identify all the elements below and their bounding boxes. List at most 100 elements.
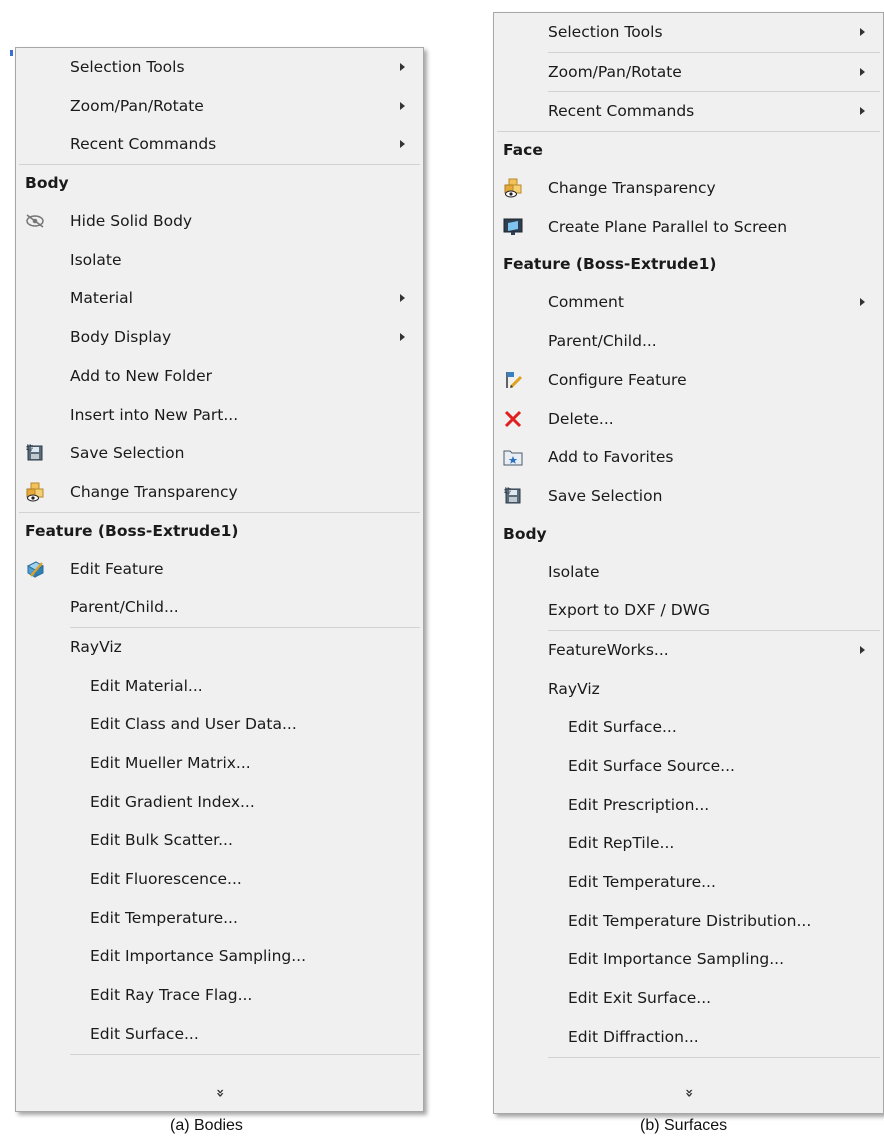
menu-item-material[interactable]: Material [16,279,423,318]
menu-item-isolate[interactable]: Isolate [494,553,883,592]
menu-item-label: Delete... [548,409,614,428]
menu-item-parent-child[interactable]: Parent/Child... [494,322,883,361]
submenu-arrow-icon [400,333,405,342]
section-header-body: Body [25,174,69,193]
menu-item-rayviz[interactable]: RayViz [494,670,883,709]
menu-item-label: Edit Gradient Index... [90,792,255,811]
menu-item-label: Edit Bulk Scatter... [90,831,233,850]
menu-item-insert-into-new-part[interactable]: Insert into New Part... [16,396,423,435]
menu-item-label: Recent Commands [70,135,217,154]
menu-item-edit-class-user-data[interactable]: Edit Class and User Data... [16,705,423,744]
menu-item-featureworks[interactable]: FeatureWorks... [494,631,883,670]
menu-item-label: Add to Favorites [548,448,674,467]
menu-item-body-display[interactable]: Body Display [16,318,423,357]
menu-item-rayviz[interactable]: RayViz [16,628,423,667]
menu-item-edit-surface-source[interactable]: Edit Surface Source... [494,747,883,786]
favorites-folder-icon [503,447,523,467]
menu-item-edit-temperature-distribution[interactable]: Edit Temperature Distribution... [494,902,883,941]
menu-item-isolate[interactable]: Isolate [16,241,423,280]
menu-item-edit-reptile[interactable]: Edit RepTile... [494,824,883,863]
menu-item-delete[interactable]: Delete... [494,400,883,439]
menu-item-label: Edit Prescription... [568,795,710,814]
menu-item-label: Change Transparency [548,179,716,198]
edit-feature-icon [25,559,45,579]
menu-item-edit-prescription[interactable]: Edit Prescription... [494,786,883,825]
menu-item-label: Comment [548,293,624,312]
transparency-icon [503,178,523,198]
menu-item-label: Body Display [70,328,172,347]
submenu-arrow-icon [860,645,865,654]
menu-item-edit-temperature[interactable]: Edit Temperature... [16,899,423,938]
menu-item-label: Edit Ray Trace Flag... [90,986,253,1005]
save-selection-icon [503,486,523,506]
menu-item-label: Add to New Folder [70,366,213,385]
menu-item-label: Recent Commands [548,102,695,121]
menu-item-edit-gradient-index[interactable]: Edit Gradient Index... [16,783,423,822]
menu-item-label: Create Plane Parallel to Screen [548,217,788,236]
surfaces-context-menu: Selection Tools Zoom/Pan/Rotate Recent C… [493,12,884,1114]
menu-item-export-dxf-dwg[interactable]: Export to DXF / DWG [494,591,883,630]
menu-item-label: FeatureWorks... [548,640,669,659]
menu-item-selection-tools[interactable]: Selection Tools [16,48,423,87]
submenu-arrow-icon [860,298,865,307]
transparency-icon [25,482,45,502]
menu-item-hide-solid-body[interactable]: Hide Solid Body [16,202,423,241]
bodies-context-menu: Selection Tools Zoom/Pan/Rotate Recent C… [15,47,424,1112]
menu-item-label: Edit Diffraction... [568,1027,699,1046]
menu-item-parent-child[interactable]: Parent/Child... [16,588,423,627]
section-header-feature: Feature (Boss-Extrude1) [503,255,717,274]
menu-item-create-plane-parallel[interactable]: Create Plane Parallel to Screen [494,208,883,247]
menu-item-save-selection[interactable]: Save Selection [16,434,423,473]
menu-item-edit-bulk-scatter[interactable]: Edit Bulk Scatter... [16,821,423,860]
menu-item-recent-commands[interactable]: Recent Commands [494,92,883,131]
menu-item-comment[interactable]: Comment [494,283,883,322]
menu-item-edit-material[interactable]: Edit Material... [16,667,423,706]
menu-item-add-to-favorites[interactable]: Add to Favorites [494,438,883,477]
menu-item-label: RayViz [548,679,600,698]
menu-item-edit-surface[interactable]: Edit Surface... [16,1015,423,1054]
menu-item-label: Edit Importance Sampling... [90,947,307,966]
menu-item-edit-importance-sampling[interactable]: Edit Importance Sampling... [16,937,423,976]
save-selection-icon [25,443,45,463]
menu-item-edit-fluorescence[interactable]: Edit Fluorescence... [16,860,423,899]
menu-item-edit-ray-trace-flag[interactable]: Edit Ray Trace Flag... [16,976,423,1015]
menu-item-save-selection[interactable]: Save Selection [494,477,883,516]
menu-item-label: Save Selection [548,486,663,505]
menu-item-label: Material [70,289,133,308]
menu-item-change-transparency[interactable]: Change Transparency [494,169,883,208]
menu-item-label: Edit Surface... [90,1024,199,1043]
menu-item-label: Isolate [548,562,600,581]
menu-item-edit-temperature[interactable]: Edit Temperature... [494,863,883,902]
figure-caption-bodies: (a) Bodies [170,1117,243,1134]
menu-item-zoom-pan-rotate[interactable]: Zoom/Pan/Rotate [494,53,883,92]
menu-item-edit-mueller-matrix[interactable]: Edit Mueller Matrix... [16,744,423,783]
section-header-body: Body [503,524,547,543]
menu-item-edit-surface[interactable]: Edit Surface... [494,708,883,747]
menu-item-configure-feature[interactable]: Configure Feature [494,361,883,400]
submenu-arrow-icon [400,63,405,71]
figure-caption-surfaces: (b) Surfaces [640,1117,728,1134]
menu-item-label: Edit Temperature... [568,873,716,892]
menu-item-label: Selection Tools [548,23,663,41]
menu-item-recent-commands[interactable]: Recent Commands [16,125,423,164]
expand-more-chevron-icon[interactable]: » [681,1086,697,1100]
menu-item-label: Edit RepTile... [568,834,675,853]
menu-item-label: Save Selection [70,444,185,463]
menu-item-zoom-pan-rotate[interactable]: Zoom/Pan/Rotate [16,87,423,126]
menu-item-edit-diffraction[interactable]: Edit Diffraction... [494,1018,883,1057]
expand-more-chevron-icon[interactable]: » [212,1086,228,1100]
submenu-arrow-icon [400,140,405,149]
menu-item-label: Edit Mueller Matrix... [90,754,251,772]
menu-item-label: Export to DXF / DWG [548,601,710,620]
menu-item-edit-feature[interactable]: Edit Feature [16,550,423,589]
menu-item-label: Edit Surface Source... [568,757,735,775]
hide-eye-icon [25,211,45,231]
menu-item-label: Zoom/Pan/Rotate [70,96,204,115]
menu-item-edit-importance-sampling[interactable]: Edit Importance Sampling... [494,940,883,979]
menu-item-selection-tools[interactable]: Selection Tools [494,13,883,52]
menu-item-add-to-new-folder[interactable]: Add to New Folder [16,357,423,396]
menu-item-edit-exit-surface[interactable]: Edit Exit Surface... [494,979,883,1018]
menu-separator [548,1056,880,1058]
menu-item-change-transparency[interactable]: Change Transparency [16,473,423,512]
menu-item-label: RayViz [70,637,122,656]
